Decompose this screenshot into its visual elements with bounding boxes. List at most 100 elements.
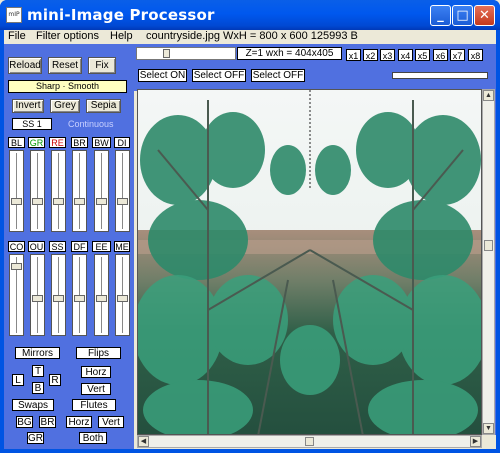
zoom-x5-button[interactable]: x5 [415, 49, 430, 61]
slider-di[interactable] [115, 150, 130, 232]
channel-label-br: BR [71, 137, 88, 148]
sharp-smooth-control[interactable]: Sharp · Smooth [8, 80, 127, 93]
slider-thumb[interactable] [96, 295, 107, 302]
top-toolbar: Z=1 wxh = 404x405 x1 x2 x3 x4 x5 x6 x7 x… [134, 44, 496, 91]
mirrors-button[interactable]: Mirrors [15, 347, 60, 359]
title-bar[interactable]: mIP mini-Image Processor _ □ ✕ [0, 0, 500, 30]
scroll-left-icon[interactable]: ◀ [138, 436, 149, 447]
vertical-scroll-thumb[interactable] [484, 240, 493, 251]
zoom-x6-button[interactable]: x6 [433, 49, 448, 61]
client-area: File Filter options Help countryside.jpg… [4, 30, 496, 449]
swap-gr-button[interactable]: GR [27, 432, 44, 444]
slider-thumb[interactable] [32, 198, 43, 205]
close-button[interactable]: ✕ [474, 5, 495, 26]
select-off-button-2[interactable]: Select OFF [251, 69, 305, 82]
swaps-button[interactable]: Swaps [12, 399, 54, 411]
slider-gr[interactable] [30, 150, 45, 232]
sepia-button[interactable]: Sepia [86, 99, 121, 113]
progress-bar [392, 72, 488, 79]
slider-thumb[interactable] [11, 263, 22, 270]
swap-bg-button[interactable]: BG [16, 416, 33, 428]
channel-label-ee: EE [92, 241, 111, 252]
minimize-button[interactable]: _ [430, 5, 451, 26]
menu-bar: File Filter options Help countryside.jpg… [4, 30, 496, 44]
slider-ou[interactable] [30, 254, 45, 336]
slider-thumb[interactable] [74, 295, 85, 302]
scroll-right-icon[interactable]: ▶ [470, 436, 481, 447]
slider-thumb[interactable] [53, 295, 64, 302]
slider-br[interactable] [72, 150, 87, 232]
channel-label-gr: GR [28, 137, 45, 148]
flute-horz-button[interactable]: Horz [66, 416, 92, 428]
channel-label-me: ME [114, 241, 130, 252]
zoom-slider-thumb[interactable] [163, 49, 170, 58]
slider-thumb[interactable] [11, 198, 22, 205]
image-canvas[interactable] [137, 89, 482, 435]
zoom-display: Z=1 wxh = 404x405 [237, 47, 342, 60]
app-window: mIP mini-Image Processor _ □ ✕ File Filt… [0, 0, 500, 453]
slider-df[interactable] [72, 254, 87, 336]
slider-ee[interactable] [94, 254, 109, 336]
mirror-right-button[interactable]: R [49, 374, 61, 386]
fix-button[interactable]: Fix [88, 57, 116, 74]
reload-button[interactable]: Reload [8, 57, 42, 74]
app-icon[interactable]: mIP [6, 7, 22, 23]
vertical-scrollbar[interactable]: ▲ ▼ [482, 89, 495, 435]
scroll-down-icon[interactable]: ▼ [483, 423, 494, 434]
slider-thumb[interactable] [53, 198, 64, 205]
slider-bl[interactable] [9, 150, 24, 232]
slider-re[interactable] [51, 150, 66, 232]
channel-label-bl: BL [8, 137, 25, 148]
horizontal-scroll-thumb[interactable] [305, 437, 314, 446]
select-on-button[interactable]: Select ON [138, 69, 187, 82]
flips-button[interactable]: Flips [76, 347, 121, 359]
zoom-x2-button[interactable]: x2 [363, 49, 378, 61]
mirror-bottom-button[interactable]: B [32, 382, 44, 394]
menu-file[interactable]: File [8, 30, 26, 43]
channel-label-co: CO [8, 241, 25, 252]
slider-me[interactable] [115, 254, 130, 336]
grey-button[interactable]: Grey [50, 99, 80, 113]
invert-button[interactable]: Invert [12, 99, 44, 113]
channel-label-ou: OU [28, 241, 45, 252]
menu-filter-options[interactable]: Filter options [36, 30, 99, 43]
slider-bw[interactable] [94, 150, 109, 232]
reset-button[interactable]: Reset [48, 57, 82, 74]
swap-br-button[interactable]: BR [39, 416, 56, 428]
slider-thumb[interactable] [117, 295, 128, 302]
scroll-up-icon[interactable]: ▲ [483, 90, 494, 101]
mirror-left-button[interactable]: L [12, 374, 24, 386]
file-info: countryside.jpg WxH = 800 x 600 125993 B [146, 30, 358, 42]
maximize-button[interactable]: □ [452, 5, 473, 26]
slider-co[interactable] [9, 254, 24, 336]
flute-vert-button[interactable]: Vert [98, 416, 124, 428]
window-title: mini-Image Processor [27, 6, 215, 24]
landscape-image [138, 90, 481, 434]
flip-horz-button[interactable]: Horz [81, 366, 111, 378]
channel-label-di: DI [114, 137, 130, 148]
channel-label-re: RE [49, 137, 66, 148]
slider-thumb[interactable] [96, 198, 107, 205]
slider-thumb[interactable] [117, 198, 128, 205]
flip-vert-button[interactable]: Vert [81, 383, 111, 395]
mirror-top-button[interactable]: T [32, 365, 44, 377]
menu-help[interactable]: Help [110, 30, 133, 43]
slider-ss[interactable] [51, 254, 66, 336]
zoom-x3-button[interactable]: x3 [380, 49, 395, 61]
flutes-button[interactable]: Flutes [72, 399, 116, 411]
slider-thumb[interactable] [32, 295, 43, 302]
flute-both-button[interactable]: Both [79, 432, 107, 444]
channel-label-ss: SS [49, 241, 66, 252]
zoom-slider[interactable] [136, 47, 236, 60]
left-control-panel: Reload Reset Fix Sharp · Smooth Invert G… [4, 44, 134, 449]
zoom-x1-button[interactable]: x1 [346, 49, 361, 61]
continuous-toggle[interactable]: Continuous [68, 119, 114, 129]
slider-thumb[interactable] [74, 198, 85, 205]
zoom-x7-button[interactable]: x7 [450, 49, 465, 61]
zoom-x8-button[interactable]: x8 [468, 49, 483, 61]
ss-value-field[interactable]: SS 1 [12, 118, 52, 130]
channel-label-bw: BW [92, 137, 111, 148]
horizontal-scrollbar[interactable]: ◀ ▶ [137, 435, 482, 448]
zoom-x4-button[interactable]: x4 [398, 49, 413, 61]
select-off-button[interactable]: Select OFF [192, 69, 246, 82]
